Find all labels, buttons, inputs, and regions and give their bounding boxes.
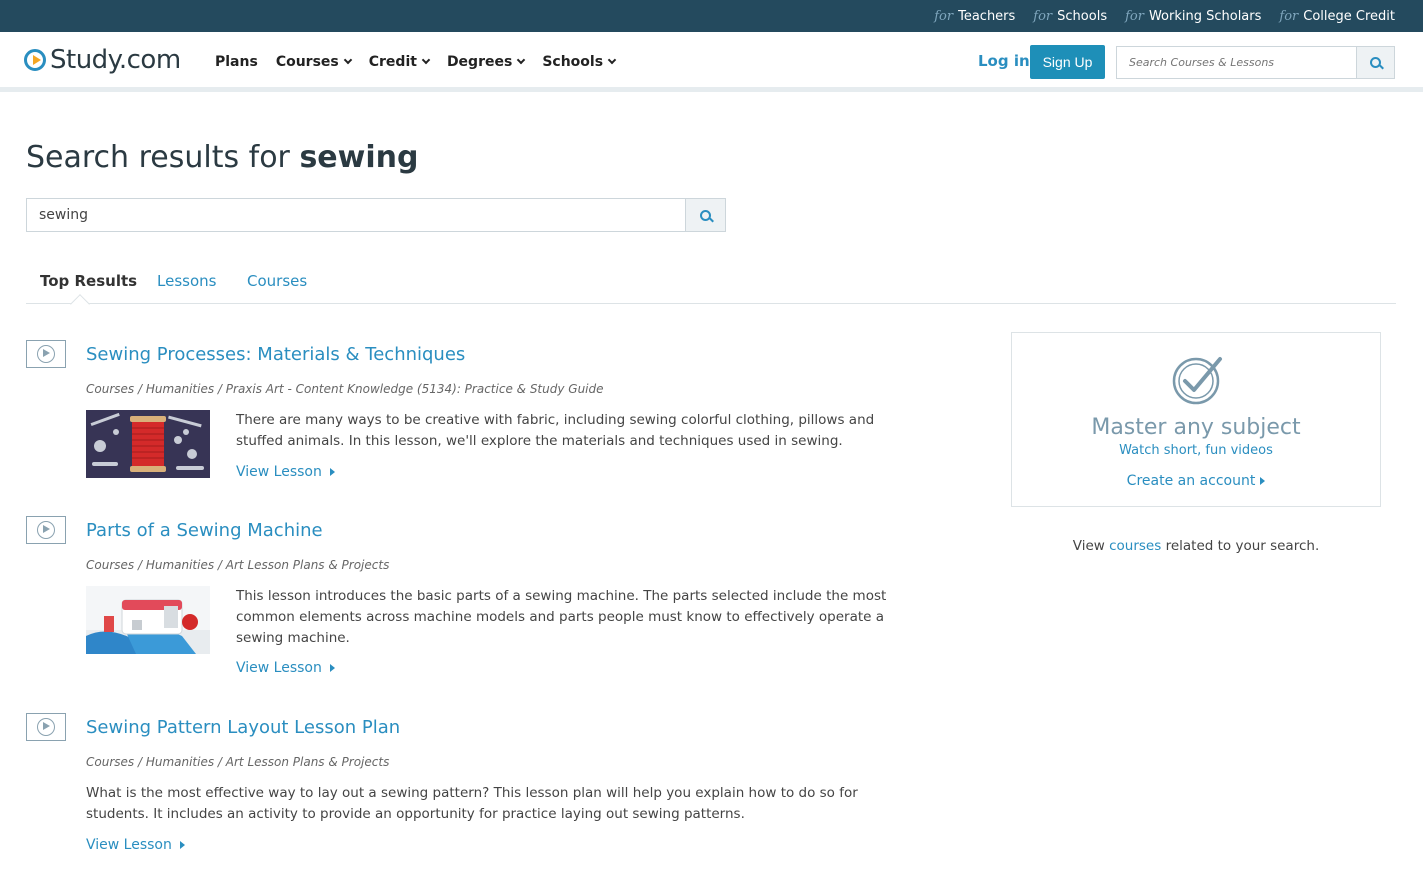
chevron-down-icon: [343, 55, 352, 65]
primary-nav: Plans Courses Credit Degrees Schools: [215, 32, 617, 92]
related-courses-note: View courses related to your search.: [1072, 538, 1320, 554]
caret-right-icon: [329, 468, 335, 476]
for-teachers-link[interactable]: for Teachers: [934, 9, 1015, 24]
header-search-input[interactable]: [1117, 47, 1356, 78]
result-item: Sewing Pattern Layout Lesson Plan Course…: [26, 713, 926, 863]
audience-links: for Teachers for Schools for Working Schola…: [934, 0, 1395, 32]
nav-credit[interactable]: Credit: [369, 54, 431, 70]
result-description: What is the most effective way to lay ou…: [86, 785, 858, 822]
chevron-down-icon: [517, 55, 526, 65]
promo-subline: Watch short, fun videos: [1119, 443, 1273, 458]
nav-schools[interactable]: Schools: [542, 54, 617, 70]
results-search-button[interactable]: [685, 199, 725, 231]
result-title[interactable]: Sewing Processes: Materials & Techniques: [86, 344, 465, 365]
signup-button[interactable]: Sign Up: [1030, 45, 1105, 79]
view-lesson-link[interactable]: View Lesson: [236, 660, 335, 676]
result-thumbnail[interactable]: [86, 586, 210, 654]
video-lesson-icon: [26, 516, 66, 544]
search-icon: [1370, 57, 1381, 68]
for-college-credit-link[interactable]: for College Credit: [1279, 9, 1395, 24]
tab-lessons[interactable]: Lessons: [157, 272, 216, 290]
play-icon: [37, 521, 55, 539]
promo-card: Master any subject Watch short, fun vide…: [1011, 332, 1381, 507]
search-query: sewing: [299, 140, 419, 175]
caret-right-icon: [329, 664, 335, 672]
result-item: Parts of a Sewing Machine Courses / Huma…: [26, 516, 926, 686]
result-description: This lesson introduces the basic parts o…: [236, 588, 887, 646]
result-thumbnail[interactable]: [86, 410, 210, 478]
video-lesson-icon: [26, 340, 66, 368]
result-breadcrumb: Courses / Humanities / Art Lesson Plans …: [86, 755, 390, 769]
result-title[interactable]: Sewing Pattern Layout Lesson Plan: [86, 717, 400, 738]
for-working-scholars-link[interactable]: for Working Scholars: [1125, 9, 1261, 24]
result-title[interactable]: Parts of a Sewing Machine: [86, 520, 323, 541]
tab-top-results[interactable]: Top Results: [40, 272, 137, 290]
main-navbar: Study.com Plans Courses Credit Degrees S…: [0, 32, 1423, 92]
for-schools-link[interactable]: for Schools: [1033, 9, 1107, 24]
video-lesson-icon: [26, 713, 66, 741]
create-account-link[interactable]: Create an account: [1012, 473, 1380, 489]
caret-right-icon: [1260, 477, 1266, 485]
view-lesson-link[interactable]: View Lesson: [236, 464, 335, 480]
search-icon: [700, 209, 711, 221]
promo-headline: Master any subject: [1091, 415, 1301, 440]
login-link[interactable]: Log in: [978, 52, 1030, 70]
chevron-down-icon: [607, 55, 617, 65]
result-tabs: Top Results Lessons Courses: [26, 262, 1396, 314]
page-title: Search results for sewing: [26, 140, 419, 175]
top-utility-bar: for Teachers for Schools for Working Schola…: [0, 0, 1423, 32]
result-breadcrumb: Courses / Humanities / Praxis Art - Cont…: [86, 382, 604, 396]
related-courses-link[interactable]: courses: [1109, 538, 1161, 554]
result-description: There are many ways to be creative with …: [236, 412, 875, 449]
play-icon: [37, 345, 55, 363]
checkmark-badge-icon: [1172, 357, 1222, 405]
play-logo-icon: [24, 49, 46, 71]
header-search-button[interactable]: [1356, 47, 1394, 78]
caret-right-icon: [179, 841, 185, 849]
play-icon: [37, 718, 55, 736]
nav-degrees[interactable]: Degrees: [447, 54, 526, 70]
nav-courses[interactable]: Courses: [276, 54, 352, 70]
result-breadcrumb: Courses / Humanities / Art Lesson Plans …: [86, 558, 390, 572]
header-search: [1116, 46, 1395, 79]
site-logo[interactable]: Study.com: [24, 45, 181, 75]
active-tab-indicator: [70, 294, 90, 314]
results-search-input[interactable]: [27, 199, 685, 231]
view-lesson-link[interactable]: View Lesson: [86, 837, 185, 853]
chevron-down-icon: [421, 55, 431, 65]
nav-plans[interactable]: Plans: [215, 54, 258, 70]
result-item: Sewing Processes: Materials & Techniques…: [26, 340, 926, 490]
tab-courses[interactable]: Courses: [247, 272, 307, 290]
results-search: [26, 198, 726, 232]
